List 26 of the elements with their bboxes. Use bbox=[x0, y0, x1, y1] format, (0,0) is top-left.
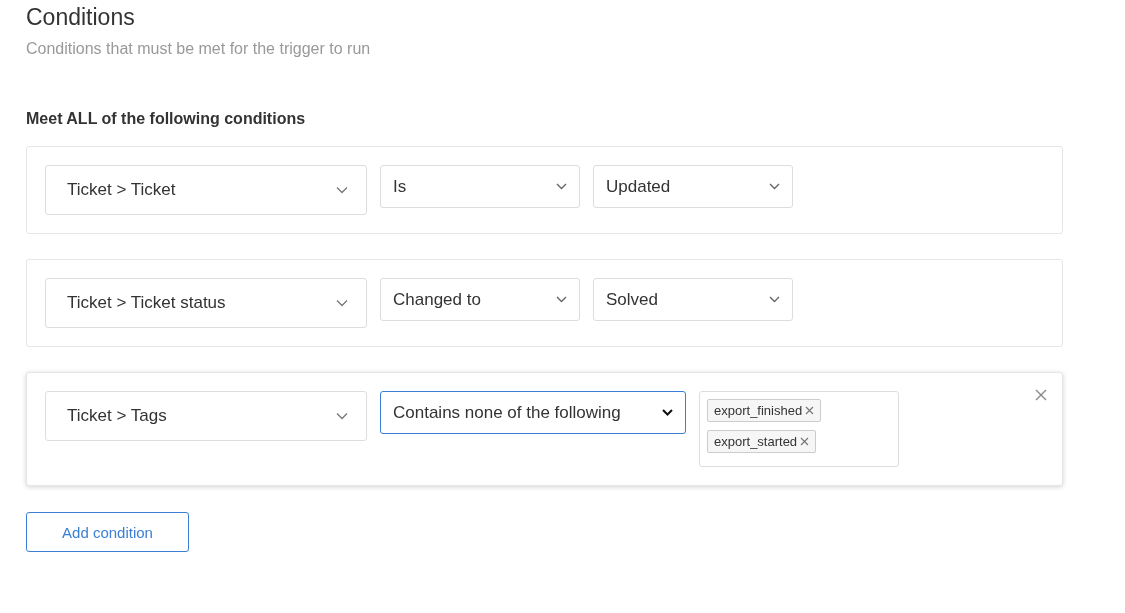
chevron-down-icon bbox=[769, 296, 780, 303]
operator-dropdown[interactable]: Is bbox=[380, 165, 580, 208]
chevron-down-icon bbox=[662, 409, 673, 416]
tag-label: export_finished bbox=[714, 403, 803, 418]
chevron-down-icon bbox=[336, 412, 348, 420]
field-dropdown[interactable]: Ticket > Ticket bbox=[45, 165, 367, 215]
chevron-down-icon bbox=[556, 183, 567, 190]
value-dropdown[interactable]: Solved bbox=[593, 278, 793, 321]
chevron-down-icon bbox=[336, 186, 348, 194]
tags-field[interactable]: export_finished export_started bbox=[699, 391, 899, 467]
remove-tag-icon[interactable] bbox=[805, 406, 815, 415]
field-dropdown[interactable]: Ticket > Ticket status bbox=[45, 278, 367, 328]
operator-dropdown[interactable]: Contains none of the following bbox=[380, 391, 686, 434]
chevron-down-icon bbox=[556, 296, 567, 303]
close-icon[interactable] bbox=[1035, 389, 1047, 401]
chevron-down-icon bbox=[336, 299, 348, 307]
tag-label: export_started bbox=[714, 434, 798, 449]
value-dropdown[interactable]: Updated bbox=[593, 165, 793, 208]
operator-dropdown[interactable]: Changed to bbox=[380, 278, 580, 321]
field-dropdown[interactable]: Ticket > Tags bbox=[45, 391, 367, 441]
page-subtitle: Conditions that must be met for the trigger to run bbox=[26, 40, 372, 58]
chevron-down-icon bbox=[769, 183, 780, 190]
group-heading: Meet ALL of the following conditions bbox=[26, 110, 307, 128]
add-condition-button[interactable]: Add condition bbox=[26, 512, 189, 552]
page-title: Conditions bbox=[26, 4, 136, 31]
remove-tag-icon[interactable] bbox=[800, 437, 810, 446]
